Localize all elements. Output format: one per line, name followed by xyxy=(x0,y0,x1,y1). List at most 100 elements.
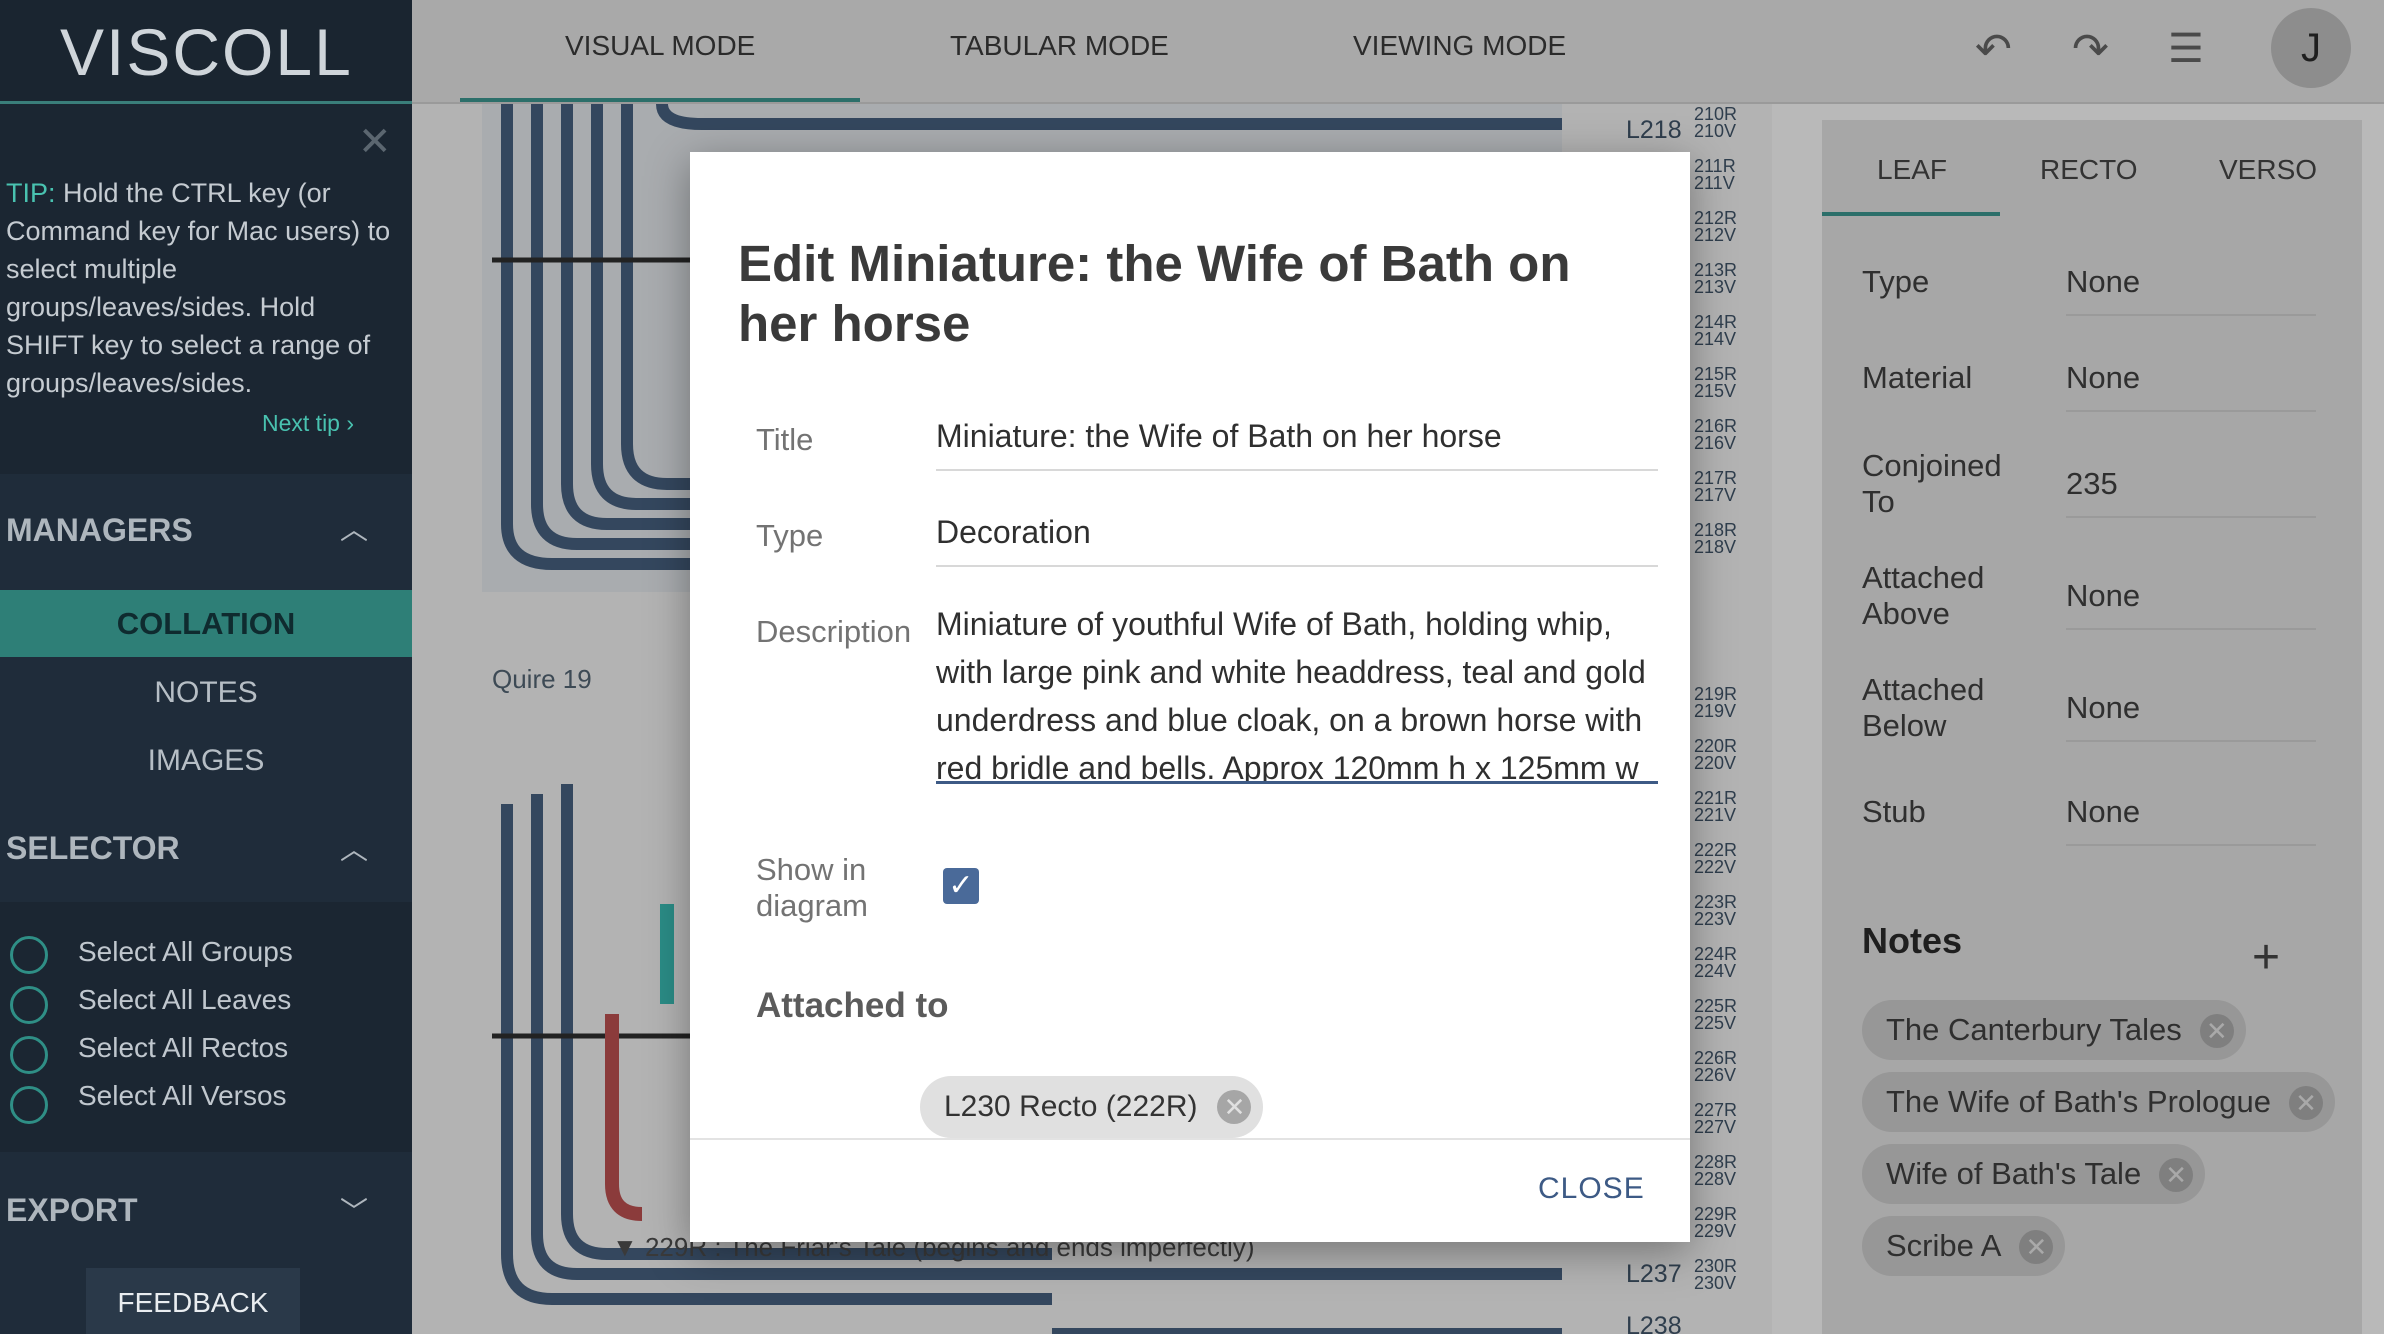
chevron-up-icon: ︿ xyxy=(340,834,369,865)
folio-label: 222R 222V xyxy=(1694,840,1738,877)
select-all-leaves-radio[interactable] xyxy=(10,986,48,1024)
sidebar: VISCOLL ✕ TIP: Hold the CTRL key (or Com… xyxy=(0,0,412,1334)
select-all-groups-label[interactable]: Select All Groups xyxy=(78,936,293,968)
prop-value-type[interactable]: None xyxy=(2066,264,2316,316)
quire-label: Quire 19 xyxy=(492,664,592,694)
folio-label: 215R 215V xyxy=(1694,364,1738,401)
tab-tabular-mode[interactable]: TABULAR MODE xyxy=(950,30,1169,62)
filter-icon[interactable]: ☰ xyxy=(2168,26,2204,72)
select-all-versos-radio[interactable] xyxy=(10,1086,48,1124)
prop-label-material: Material xyxy=(1862,360,1973,395)
show-in-diagram-checkbox[interactable]: ✓ xyxy=(943,868,979,904)
select-all-versos-label[interactable]: Select All Versos xyxy=(78,1080,287,1112)
dialog-title: Edit Miniature: the Wife of Bath on her … xyxy=(738,235,1571,352)
remove-icon[interactable]: ✕ xyxy=(1217,1090,1252,1124)
folio-label: 220R 220V xyxy=(1694,736,1738,773)
prop-label-attached-below: Attached Below xyxy=(1862,672,1985,743)
prop-value-conjoined-to[interactable]: 235 xyxy=(2066,466,2316,518)
prop-value-attached-below[interactable]: None xyxy=(2066,690,2316,742)
leaf-label-l237[interactable]: L237 xyxy=(1626,1260,1682,1289)
folio-label: 210R 210V xyxy=(1694,104,1738,141)
folio-label: 226R 226V xyxy=(1694,1048,1738,1085)
folio-label: 227R 227V xyxy=(1694,1100,1738,1137)
attached-chip[interactable]: L230 Recto (222R) ✕ xyxy=(920,1076,1264,1138)
prop-label-type: Type xyxy=(1862,264,1930,299)
leaf-label-l218[interactable]: L218 xyxy=(1626,116,1682,145)
folio-label: 211R 211V xyxy=(1694,156,1736,193)
manager-item-images[interactable]: IMAGES xyxy=(0,744,412,778)
avatar[interactable]: J xyxy=(2271,8,2351,88)
tip-label: TIP: xyxy=(6,178,56,208)
description-label: Description xyxy=(756,614,912,649)
show-in-diagram-label: Show in diagram xyxy=(756,852,868,923)
folio-column: 210R 210V 211R 211V 212R 212V 213R 213V 214R… xyxy=(1694,104,1738,1334)
selector-title: SELECTOR xyxy=(6,830,180,866)
folio-label: 219R 219V xyxy=(1694,684,1738,721)
prop-label-stub: Stub xyxy=(1862,794,1926,829)
prop-label-conjoined-to: Conjoined To xyxy=(1862,448,2002,519)
logo-bar: VISCOLL xyxy=(0,0,412,104)
selector-list: Select All Groups Select All Leaves Sele… xyxy=(0,902,412,1152)
managers-title: MANAGERS xyxy=(6,512,193,548)
feedback-button[interactable]: FEEDBACK xyxy=(86,1268,300,1334)
leaf-label-l238[interactable]: L238 xyxy=(1626,1312,1682,1334)
folio-label: 225R 225V xyxy=(1694,996,1738,1033)
tab-viewing-mode[interactable]: VIEWING MODE xyxy=(1353,30,1566,62)
note-chip[interactable]: The Wife of Bath's Prologue ✕ xyxy=(1862,1072,2336,1132)
select-all-groups-radio[interactable] xyxy=(10,936,48,974)
tip-text: TIP: Hold the CTRL key (or Command key f… xyxy=(6,174,391,402)
chevron-up-icon: ︿ xyxy=(340,514,369,545)
viscoll-logo: VISCOLL xyxy=(60,15,353,89)
prop-value-stub[interactable]: None xyxy=(2066,794,2316,846)
folio-label: 217R 217V xyxy=(1694,468,1738,505)
active-tab-indicator xyxy=(460,98,860,102)
notes-title: Notes xyxy=(1862,920,1963,961)
title-field[interactable]: Miniature: the Wife of Bath on her horse xyxy=(936,418,1658,471)
folio-label: 218R 218V xyxy=(1694,520,1738,557)
next-tip-link[interactable]: Next tip › xyxy=(262,410,354,437)
undo-icon[interactable]: ↶ xyxy=(1975,24,2012,75)
remove-icon[interactable]: ✕ xyxy=(2159,1158,2194,1192)
description-textarea[interactable]: Miniature of youthful Wife of Bath, hold… xyxy=(936,600,1658,784)
note-chip[interactable]: The Canterbury Tales ✕ xyxy=(1862,1000,2246,1060)
active-tab-indicator xyxy=(1822,212,2000,216)
export-header[interactable]: EXPORT ﹀ xyxy=(0,1160,412,1260)
folio-label: 228R 228V xyxy=(1694,1152,1738,1189)
note-chip[interactable]: Scribe A ✕ xyxy=(1862,1216,2066,1276)
folio-label: 229R 229V xyxy=(1694,1204,1738,1241)
prop-value-attached-above[interactable]: None xyxy=(2066,578,2316,630)
folio-label: 216R 216V xyxy=(1694,416,1738,453)
add-note-icon[interactable]: + xyxy=(2252,930,2280,985)
select-all-rectos-label[interactable]: Select All Rectos xyxy=(78,1032,288,1064)
export-title: EXPORT xyxy=(6,1192,138,1228)
attached-to-title: Attached to xyxy=(756,986,949,1025)
type-select[interactable]: Decoration xyxy=(936,514,1658,567)
selector-header[interactable]: SELECTOR ︿ xyxy=(0,800,412,900)
tab-visual-mode[interactable]: VISUAL MODE xyxy=(565,30,755,62)
tab-verso[interactable]: VERSO xyxy=(2219,154,2317,186)
managers-header[interactable]: MANAGERS ︿ xyxy=(0,480,412,580)
redo-icon[interactable]: ↷ xyxy=(2072,24,2109,75)
remove-icon[interactable]: ✕ xyxy=(2289,1086,2324,1120)
prop-label-attached-above: Attached Above xyxy=(1862,560,1985,631)
leaf-info-panel: LEAF RECTO VERSO Type None Material None… xyxy=(1822,120,2362,1334)
folio-label: 213R 213V xyxy=(1694,260,1738,297)
folio-label: 214R 214V xyxy=(1694,312,1738,349)
select-all-rectos-radio[interactable] xyxy=(10,1036,48,1074)
tab-recto[interactable]: RECTO xyxy=(2040,154,2138,186)
tab-leaf[interactable]: LEAF xyxy=(1877,154,1947,186)
manager-item-collation[interactable]: COLLATION xyxy=(0,590,412,657)
top-bar: VISUAL MODE TABULAR MODE VIEWING MODE ↶ … xyxy=(412,0,2384,104)
prop-value-material[interactable]: None xyxy=(2066,360,2316,412)
note-chip[interactable]: Wife of Bath's Tale ✕ xyxy=(1862,1144,2206,1204)
close-button[interactable]: CLOSE xyxy=(1538,1172,1645,1206)
close-icon[interactable]: ✕ xyxy=(358,122,392,162)
select-all-leaves-label[interactable]: Select All Leaves xyxy=(78,984,291,1016)
title-label: Title xyxy=(756,422,814,457)
folio-label: 230R 230V xyxy=(1694,1256,1738,1293)
type-label: Type xyxy=(756,518,824,553)
remove-icon[interactable]: ✕ xyxy=(2199,1014,2234,1048)
manager-item-notes[interactable]: NOTES xyxy=(0,676,412,710)
remove-icon[interactable]: ✕ xyxy=(2019,1230,2054,1264)
folio-label: 223R 223V xyxy=(1694,892,1738,929)
